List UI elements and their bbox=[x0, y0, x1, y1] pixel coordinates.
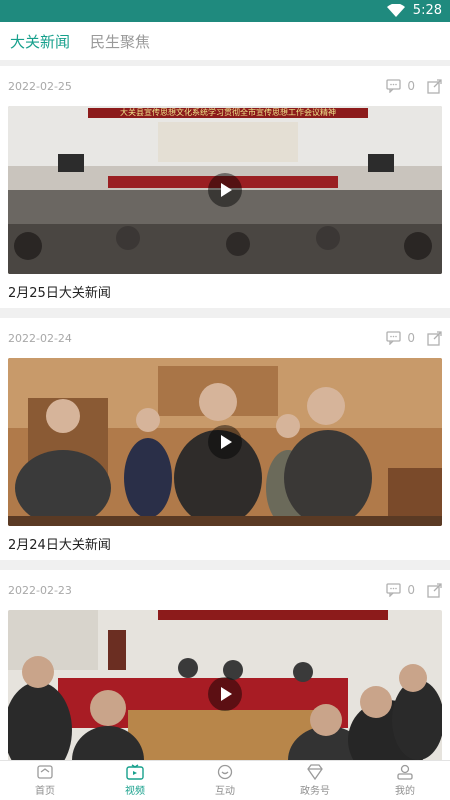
status-time: 5:28 bbox=[412, 3, 442, 18]
play-icon[interactable] bbox=[208, 425, 242, 459]
tab-livelihood-focus[interactable]: 民生聚焦 bbox=[90, 31, 150, 52]
comment-count: 0 bbox=[407, 331, 415, 345]
video-title[interactable]: 2月25日大关新闻 bbox=[0, 274, 450, 308]
video-thumbnail[interactable] bbox=[8, 610, 442, 760]
play-icon[interactable] bbox=[208, 677, 242, 711]
video-feed[interactable]: 2022-02-25 0 大关县宣传思想文化系统学习贯彻全市宣传思想工作会议精神… bbox=[0, 66, 450, 760]
nav-gov-accounts-label: 政务号 bbox=[300, 786, 330, 797]
bottom-navigation: 首页 视频 互动 政务号 我的 bbox=[0, 760, 450, 800]
nav-interact-label: 互动 bbox=[215, 786, 235, 797]
chat-icon bbox=[217, 764, 233, 780]
nav-video-label: 视频 bbox=[125, 786, 145, 797]
share-icon[interactable] bbox=[427, 330, 442, 346]
diamond-icon bbox=[307, 764, 323, 780]
video-thumbnail[interactable] bbox=[8, 358, 442, 526]
video-title[interactable]: 2月24日大关新闻 bbox=[0, 526, 450, 560]
banner-text: 大关县宣传思想文化系统学习贯彻全市宣传思想工作会议精神 bbox=[120, 108, 336, 117]
nav-gov-accounts[interactable]: 政务号 bbox=[270, 761, 360, 800]
nav-home-label: 首页 bbox=[35, 786, 55, 797]
video-date: 2022-02-23 bbox=[8, 583, 72, 597]
home-icon bbox=[37, 765, 53, 779]
news-tabs: 大关新闻 民生聚焦 bbox=[0, 22, 450, 60]
comment-count: 0 bbox=[407, 583, 415, 597]
nav-video[interactable]: 视频 bbox=[90, 761, 180, 800]
share-icon[interactable] bbox=[427, 582, 442, 598]
tab-daguan-news[interactable]: 大关新闻 bbox=[10, 31, 70, 52]
nav-profile[interactable]: 我的 bbox=[360, 761, 450, 800]
comment-icon[interactable] bbox=[386, 79, 402, 93]
video-date: 2022-02-24 bbox=[8, 331, 72, 345]
video-card[interactable]: 2022-02-23 0 bbox=[0, 570, 450, 760]
video-card[interactable]: 2022-02-25 0 大关县宣传思想文化系统学习贯彻全市宣传思想工作会议精神… bbox=[0, 66, 450, 308]
play-icon[interactable] bbox=[208, 173, 242, 207]
video-date: 2022-02-25 bbox=[8, 79, 72, 93]
comment-count: 0 bbox=[407, 79, 415, 93]
meeting-banner: 大关县宣传思想文化系统学习贯彻全市宣传思想工作会议精神 bbox=[88, 108, 368, 118]
video-thumbnail[interactable]: 大关县宣传思想文化系统学习贯彻全市宣传思想工作会议精神 bbox=[8, 106, 442, 274]
wifi-icon bbox=[386, 3, 405, 17]
tv-icon bbox=[126, 764, 144, 780]
share-icon[interactable] bbox=[427, 78, 442, 94]
nav-profile-label: 我的 bbox=[395, 786, 415, 797]
status-bar: 5:28 bbox=[0, 0, 450, 22]
comment-icon[interactable] bbox=[386, 583, 402, 597]
comment-icon[interactable] bbox=[386, 331, 402, 345]
video-card[interactable]: 2022-02-24 0 2月24日大关新闻 bbox=[0, 318, 450, 560]
user-icon bbox=[397, 764, 413, 780]
nav-interact[interactable]: 互动 bbox=[180, 761, 270, 800]
nav-home[interactable]: 首页 bbox=[0, 761, 90, 800]
